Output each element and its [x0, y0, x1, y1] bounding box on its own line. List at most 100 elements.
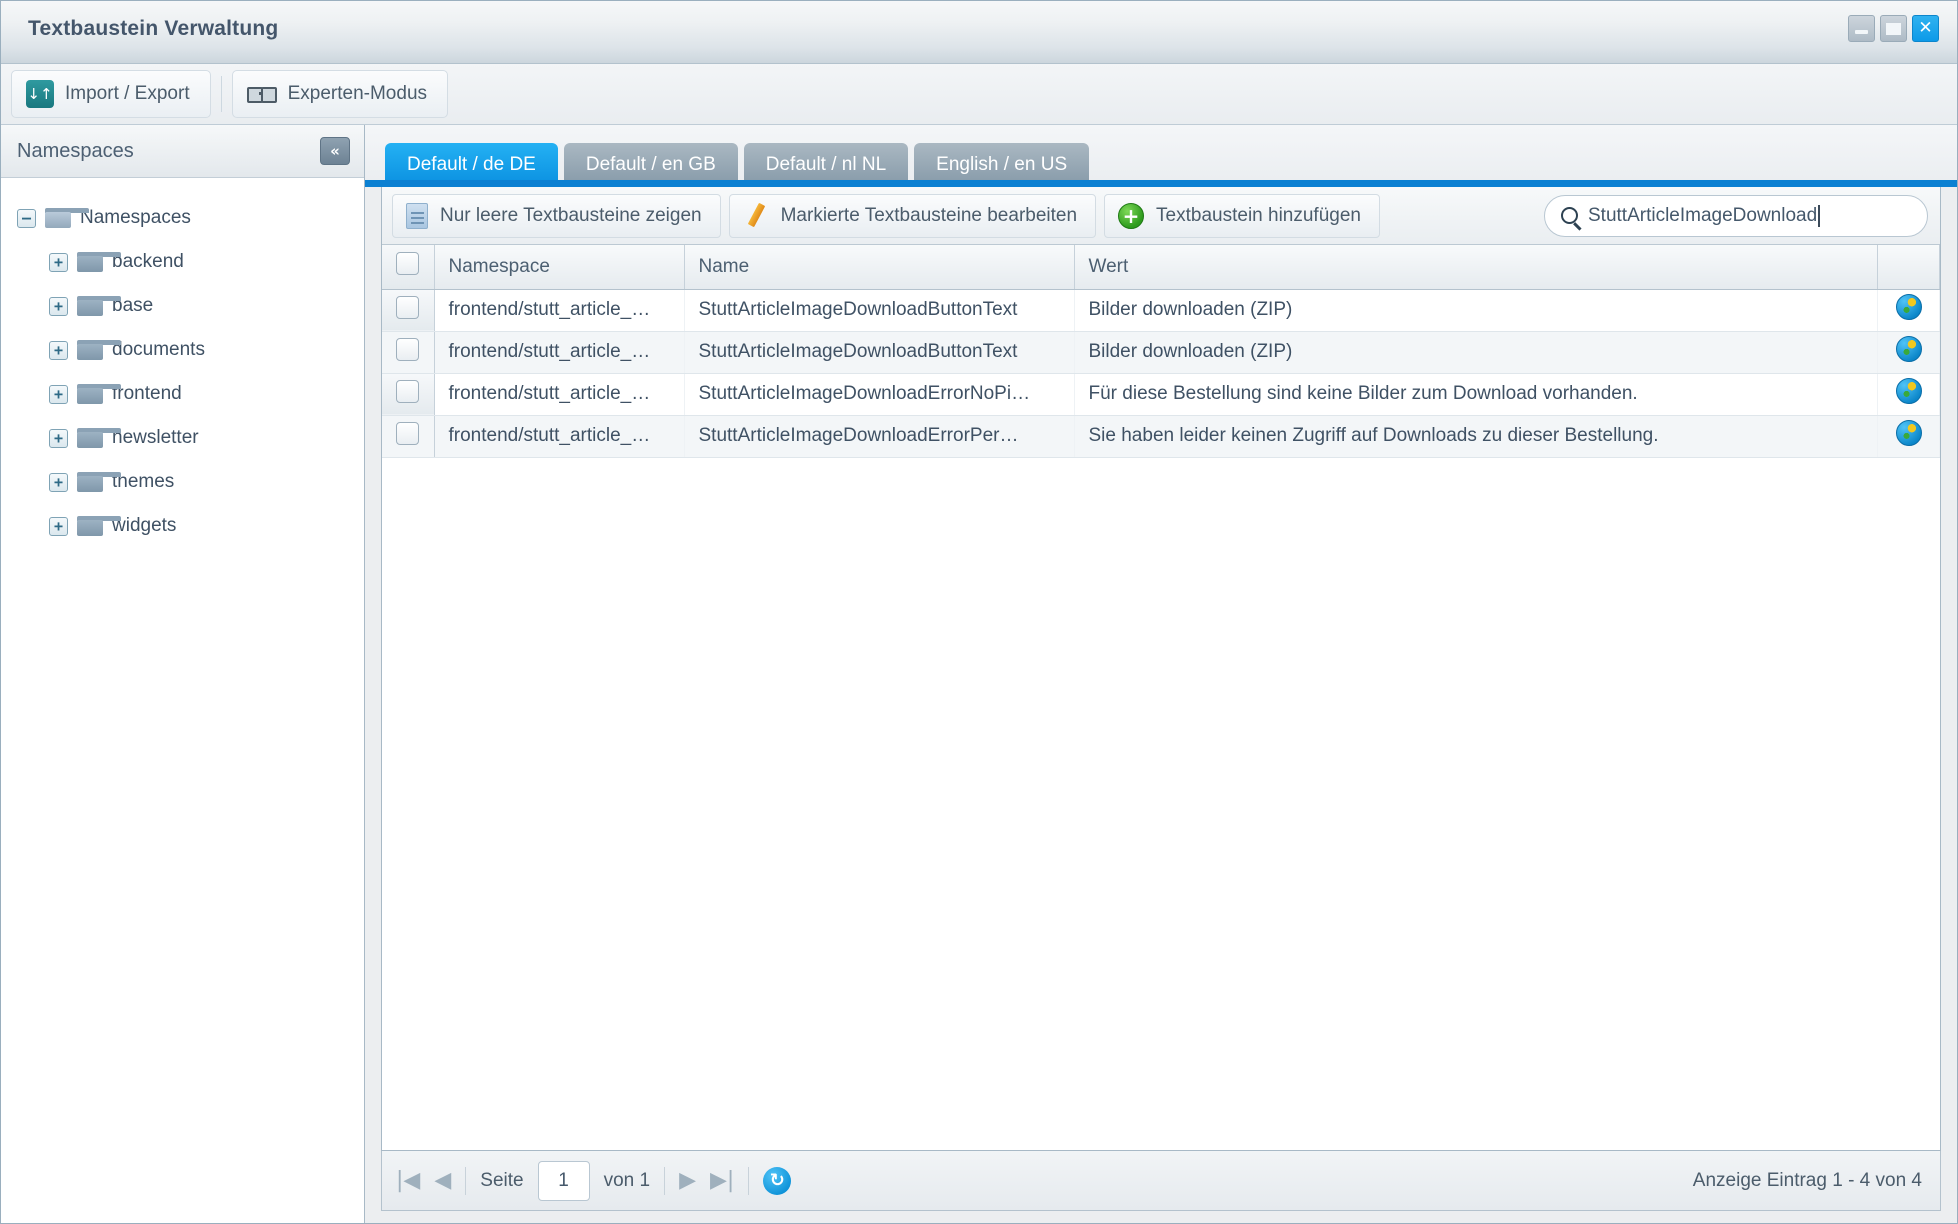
show-empty-snippets-label: Nur leere Textbausteine zeigen — [440, 204, 702, 226]
tree-node-label: documents — [112, 339, 205, 360]
text-caret — [1818, 204, 1820, 227]
folder-icon — [77, 384, 121, 404]
table-header-row: Namespace Name Wert — [382, 245, 1940, 290]
page-number-input[interactable]: 1 — [537, 1160, 590, 1201]
expert-mode-button[interactable]: Experten-Modus — [231, 70, 449, 118]
tree-node-label: Namespaces — [80, 207, 191, 228]
folder-icon — [45, 208, 89, 228]
page-label: Seite — [480, 1169, 524, 1191]
row-select-cell[interactable] — [382, 415, 435, 458]
footer-divider-3 — [748, 1166, 750, 1195]
add-snippet-label: Textbaustein hinzufügen — [1156, 204, 1361, 226]
last-page-button[interactable]: ▶| — [710, 1169, 734, 1192]
refresh-button[interactable]: ↻ — [763, 1166, 792, 1195]
tree-node-widgets[interactable]: + widgets — [17, 504, 364, 548]
globe-icon — [1895, 294, 1922, 320]
folder-icon — [77, 340, 121, 360]
column-header-name[interactable]: Name — [684, 245, 1075, 290]
tree-node-base[interactable]: + base — [17, 284, 364, 328]
row-checkbox[interactable] — [396, 295, 420, 319]
title-bar: Textbaustein Verwaltung ✕ — [1, 1, 1957, 64]
main-panel: Default / de DE Default / en GB Default / … — [365, 125, 1957, 1223]
tree-toggle-icon[interactable]: + — [49, 296, 68, 316]
row-select-cell[interactable] — [382, 289, 435, 332]
snippet-grid: Nur leere Textbausteine zeigen Markierte… — [381, 187, 1941, 1151]
tree-toggle-icon[interactable]: – — [17, 208, 36, 228]
select-all-header[interactable] — [382, 245, 435, 290]
cell-name: StuttArticleImageDownloadErrorPer… — [684, 415, 1075, 458]
collapse-sidebar-button[interactable]: « — [320, 137, 350, 165]
cell-locale — [1877, 415, 1940, 458]
column-header-namespace[interactable]: Namespace — [434, 245, 685, 290]
namespaces-sidebar: Namespaces « – Namespaces + backend + base + do… — [1, 125, 365, 1223]
edit-marked-snippets-button[interactable]: Markierte Textbausteine bearbeiten — [728, 193, 1097, 238]
language-tab-label: Default / nl NL — [765, 154, 887, 175]
tree-toggle-icon[interactable]: + — [49, 516, 68, 536]
cell-namespace: frontend/stutt_article_… — [434, 289, 685, 332]
maximize-icon — [1886, 22, 1901, 35]
column-header-wert[interactable]: Wert — [1074, 245, 1878, 290]
pencil-icon — [743, 203, 769, 229]
show-empty-snippets-button[interactable]: Nur leere Textbausteine zeigen — [392, 193, 721, 238]
row-checkbox[interactable] — [396, 421, 420, 445]
table-row[interactable]: frontend/stutt_article_… StuttArticleImag… — [382, 373, 1940, 416]
tree-toggle-icon[interactable]: + — [49, 472, 68, 492]
cell-locale — [1877, 289, 1940, 332]
globe-icon — [1895, 378, 1922, 404]
footer-divider-2 — [664, 1166, 666, 1195]
row-checkbox[interactable] — [396, 379, 420, 403]
language-tab-strip[interactable]: Default / de DE Default / en GB Default / … — [365, 125, 1957, 187]
cell-namespace: frontend/stutt_article_… — [434, 331, 685, 374]
cell-wert: Bilder downloaden (ZIP) — [1074, 289, 1878, 332]
row-select-cell[interactable] — [382, 331, 435, 374]
edit-marked-snippets-label: Markierte Textbausteine bearbeiten — [780, 204, 1078, 226]
tree-node-label: frontend — [112, 383, 182, 404]
search-value: StuttArticleImageDownload — [1588, 204, 1820, 227]
tree-node-themes[interactable]: + themes — [17, 460, 364, 504]
namespace-tree[interactable]: – Namespaces + backend + base + documents + front… — [1, 178, 364, 1223]
cell-name: StuttArticleImageDownloadButtonText — [684, 331, 1075, 374]
import-export-button[interactable]: ↓↑ Import / Export — [11, 70, 211, 118]
close-button[interactable]: ✕ — [1912, 15, 1939, 42]
record-status-label: Anzeige Eintrag 1 - 4 von 4 — [1692, 1169, 1922, 1191]
grid-toolbar: Nur leere Textbausteine zeigen Markierte… — [382, 187, 1940, 245]
toolbar-divider — [220, 76, 222, 112]
main-toolbar: ↓↑ Import / Export Experten-Modus — [1, 64, 1957, 125]
glasses-icon — [246, 86, 277, 103]
cell-name: StuttArticleImageDownloadButtonText — [684, 289, 1075, 332]
table-row[interactable]: frontend/stutt_article_… StuttArticleImag… — [382, 331, 1940, 374]
minimize-button[interactable] — [1848, 15, 1875, 42]
snippets-table: Namespace Name Wert frontend/stutt_artic… — [382, 245, 1940, 458]
tree-node-documents[interactable]: + documents — [17, 328, 364, 372]
folder-icon — [77, 516, 121, 536]
table-row[interactable]: frontend/stutt_article_… StuttArticleImag… — [382, 289, 1940, 332]
tree-node-namespaces[interactable]: – Namespaces — [17, 196, 364, 240]
first-page-button[interactable]: |◀ — [396, 1169, 420, 1192]
column-header-locale — [1877, 245, 1940, 290]
tree-node-label: backend — [112, 251, 184, 272]
language-tab-label: English / en US — [936, 154, 1068, 175]
close-icon: ✕ — [1918, 18, 1933, 38]
minimize-icon — [1855, 30, 1868, 34]
folder-icon — [77, 428, 121, 448]
tree-toggle-icon[interactable]: + — [49, 384, 68, 404]
next-page-button[interactable]: ▶ — [679, 1169, 696, 1192]
tree-node-frontend[interactable]: + frontend — [17, 372, 364, 416]
tree-node-newsletter[interactable]: + newsletter — [17, 416, 364, 460]
prev-page-button[interactable]: ◀ — [434, 1169, 451, 1192]
search-input[interactable]: StuttArticleImageDownload — [1544, 194, 1928, 237]
table-row[interactable]: frontend/stutt_article_… StuttArticleImag… — [382, 415, 1940, 458]
row-checkbox[interactable] — [396, 337, 420, 361]
row-select-cell[interactable] — [382, 373, 435, 416]
tree-node-backend[interactable]: + backend — [17, 240, 364, 284]
maximize-button[interactable] — [1880, 15, 1907, 42]
tree-toggle-icon[interactable]: + — [49, 428, 68, 448]
import-export-icon: ↓↑ — [26, 80, 54, 108]
tree-node-label: widgets — [112, 515, 177, 536]
document-icon — [406, 202, 428, 229]
select-all-checkbox[interactable] — [396, 252, 420, 276]
tree-toggle-icon[interactable]: + — [49, 252, 68, 272]
cell-namespace: frontend/stutt_article_… — [434, 415, 685, 458]
add-snippet-button[interactable]: + Textbaustein hinzufügen — [1104, 193, 1380, 238]
tree-toggle-icon[interactable]: + — [49, 340, 68, 360]
